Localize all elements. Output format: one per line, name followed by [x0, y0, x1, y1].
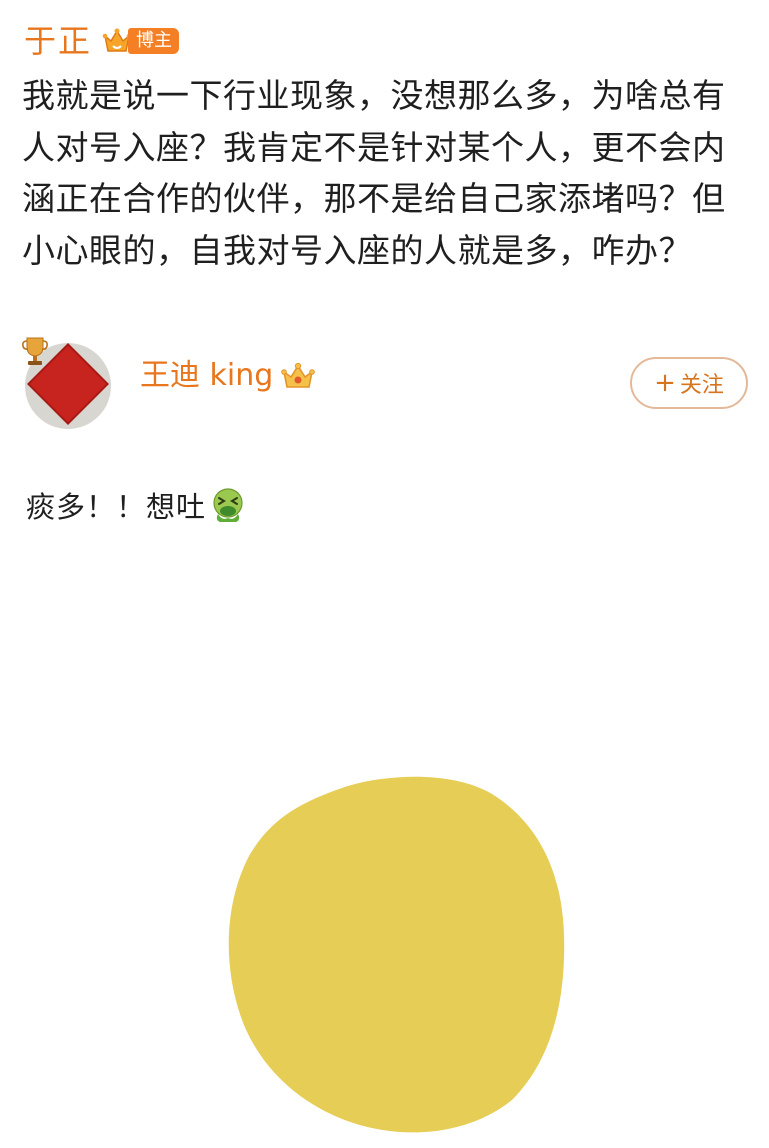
quote-author-name[interactable]: 于正	[24, 18, 92, 64]
blogger-badge-label: 博主	[128, 28, 180, 54]
quote-post-header: 于正 博主	[24, 18, 180, 64]
crown-icon	[281, 362, 316, 388]
vomiting-face-icon	[213, 488, 243, 522]
follow-button[interactable]: + 关注	[630, 357, 748, 409]
avatar[interactable]	[22, 335, 114, 435]
follow-button-label: 关注	[679, 373, 724, 398]
trophy-icon	[22, 337, 48, 365]
plus-icon: +	[654, 368, 676, 398]
reply-text: 痰多！！想吐	[26, 490, 207, 524]
quote-post-text: 我就是说一下行业现象，没想那么多，为啥总有人对号入座？我肯定不是针对某个人，更不…	[22, 76, 726, 270]
reply-author-row: 王迪 king	[140, 354, 316, 398]
yellow-blob-shape	[228, 776, 565, 1133]
reply-text-row: 痰多！！想吐	[26, 482, 246, 528]
reply-author-name[interactable]: 王迪 king	[140, 354, 273, 398]
blogger-badge: 博主	[102, 26, 180, 56]
